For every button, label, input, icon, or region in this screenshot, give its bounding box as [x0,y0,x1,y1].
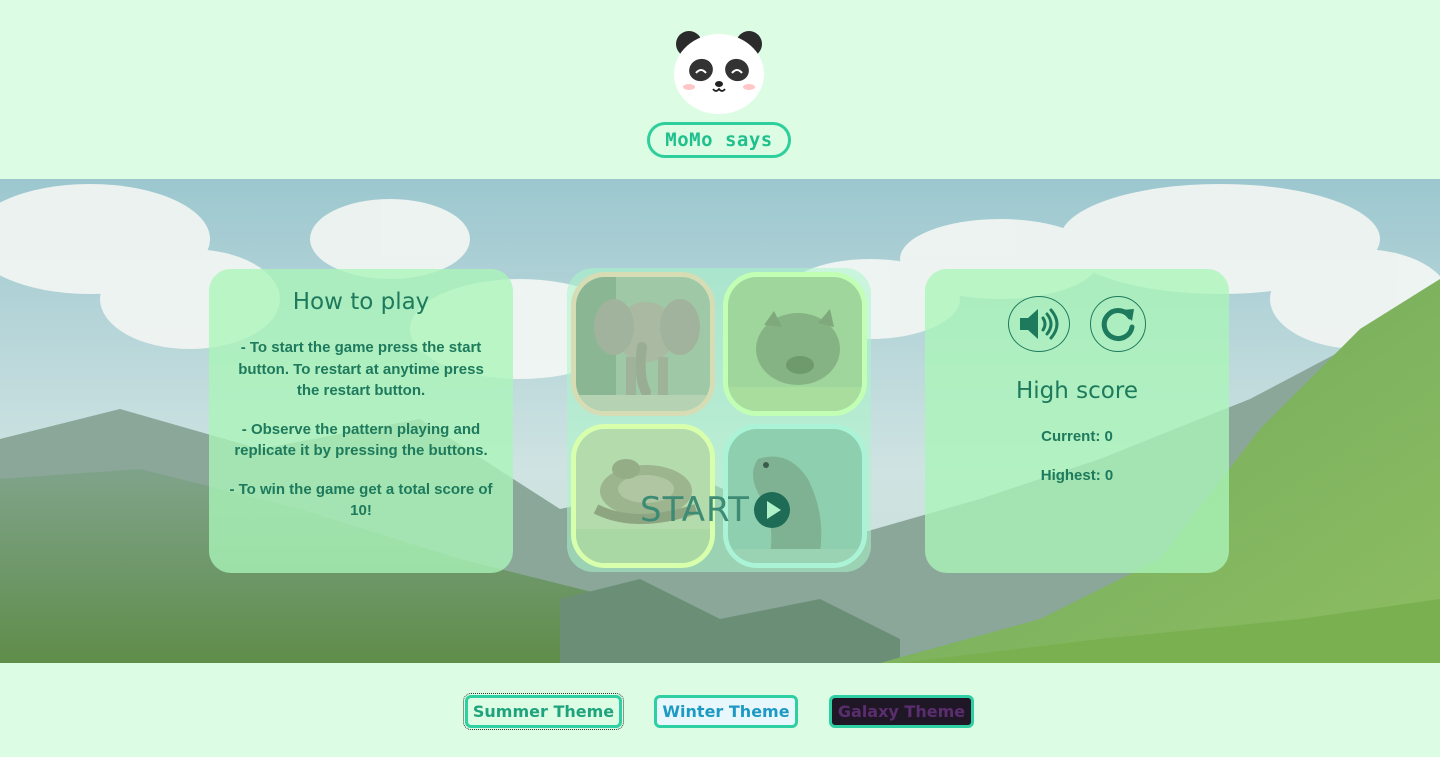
game-title: MoMo says [647,122,791,158]
play-icon [753,492,790,528]
instruction-win: - To win the game get a total score of 1… [229,480,493,520]
header: MoMo says [0,0,1440,179]
restart-icon [1101,308,1135,342]
game-area: How to play - To start the game press th… [0,179,1440,663]
instruction-start: - To start the game press the start butt… [238,339,484,399]
winter-theme-button[interactable]: Winter Theme [654,695,798,728]
instruction-observe: - Observe the pattern playing and replic… [234,420,488,460]
high-score-title: High score [1016,378,1138,404]
current-score: Current: 0 [1041,428,1113,445]
summer-theme-button[interactable]: Summer Theme [463,693,624,730]
score-card: High score Current: 0 Highest: 0 [925,269,1229,573]
start-label: START [640,490,750,530]
panda-icon [674,31,764,114]
elephant-icon [576,277,710,411]
start-button[interactable]: START [640,490,790,530]
highest-score: Highest: 0 [1040,467,1114,484]
volume-icon [1020,308,1059,340]
game-board: START [567,268,871,572]
how-to-play-card: How to play - To start the game press th… [209,269,513,573]
how-to-play-title: How to play [292,289,430,315]
galaxy-theme-button[interactable]: Galaxy Theme [829,695,974,728]
pig-tile[interactable] [723,272,867,416]
elephant-tile[interactable] [571,272,715,416]
sound-button[interactable] [1008,296,1070,352]
pig-icon [728,277,862,411]
restart-button[interactable] [1090,296,1146,352]
theme-selector: Summer Theme Winter Theme Galaxy Theme [0,663,1440,757]
